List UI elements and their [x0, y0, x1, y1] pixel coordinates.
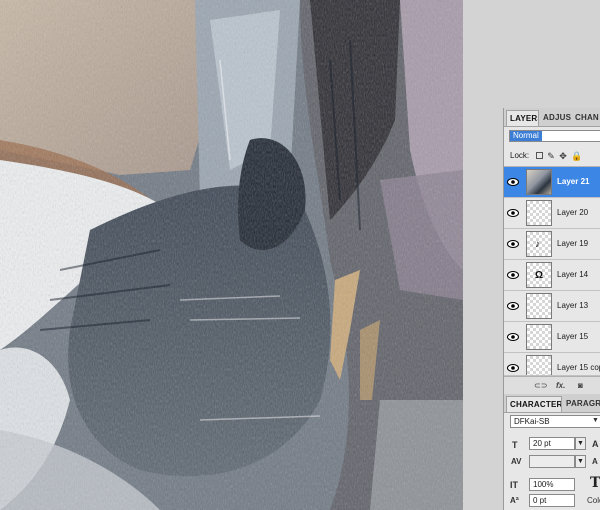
layer-row-layer-15-copy[interactable]: Layer 15 cop — [504, 353, 600, 376]
visibility-eye-icon[interactable] — [507, 178, 519, 186]
workspace-gutter — [463, 0, 503, 510]
layer-row-layer-14[interactable]: Ω Layer 14 — [504, 260, 600, 291]
document-canvas[interactable] — [0, 0, 463, 510]
tracking-field[interactable] — [529, 455, 575, 468]
kerning-icon: A — [592, 457, 598, 466]
visibility-eye-icon[interactable] — [507, 209, 519, 217]
character-panel-tabs: CHARACTER PARAGRA — [504, 394, 600, 413]
layers-panel: LAYERS ADJUS CHAN Normal Lock: ✎ ✥ 🔒 Lay… — [503, 108, 600, 395]
layers-panel-footer: ⊂⊃ fx. ◙ — [504, 376, 600, 395]
lock-all-icon[interactable]: 🔒 — [571, 152, 582, 161]
font-family-value: DFKai-SB — [514, 417, 550, 426]
tracking-dropdown[interactable]: ▼ — [575, 455, 586, 468]
chevron-down-icon[interactable]: ▼ — [592, 417, 599, 424]
blend-mode-select[interactable]: Normal — [509, 130, 600, 142]
layer-name: Layer 15 — [557, 332, 589, 341]
layer-name: Layer 14 — [557, 270, 589, 279]
layer-row-layer-19[interactable]: ♪ Layer 19 — [504, 229, 600, 260]
layer-thumbnail — [526, 169, 552, 195]
link-icon[interactable]: ⊂⊃ — [534, 381, 547, 390]
visibility-eye-icon[interactable] — [507, 240, 519, 248]
vertical-scale-icon: IT — [510, 480, 518, 490]
font-size-value: 20 pt — [533, 439, 551, 448]
blend-mode-value: Normal — [510, 131, 542, 141]
tab-paragraph[interactable]: PARAGRA — [563, 396, 600, 412]
layers-panel-tabs: LAYERS ADJUS CHAN — [504, 108, 600, 127]
layer-thumbnail — [526, 200, 552, 226]
layer-thumbnail — [526, 355, 552, 375]
font-size-dropdown[interactable]: ▼ — [575, 437, 586, 450]
baseline-shift-icon: Aª — [510, 496, 519, 505]
layer-row-layer-20[interactable]: Layer 20 — [504, 198, 600, 229]
layer-name: Layer 21 — [557, 177, 590, 186]
tracking-icon: AV — [511, 457, 522, 466]
visibility-eye-icon[interactable] — [507, 271, 519, 279]
tab-channels[interactable]: CHAN — [572, 110, 600, 126]
baseline-shift-field[interactable]: 0 pt — [529, 494, 575, 507]
font-family-select[interactable]: DFKai-SB — [510, 415, 600, 428]
mask-icon[interactable]: ◙ — [578, 381, 583, 390]
visibility-eye-icon[interactable] — [507, 364, 519, 372]
font-size-field[interactable]: 20 pt — [529, 437, 575, 450]
lock-position-icon[interactable]: ✥ — [559, 152, 567, 161]
layer-thumbnail: ♪ — [526, 231, 552, 257]
lock-label: Lock: — [510, 151, 530, 160]
brush-mark-icon: Ω — [535, 270, 544, 281]
visibility-eye-icon[interactable] — [507, 302, 519, 310]
color-label[interactable]: Colo — [587, 496, 600, 505]
horizontal-scale-icon: T — [590, 475, 600, 491]
tab-character[interactable]: CHARACTER — [506, 396, 562, 412]
abstract-painting-image — [0, 0, 463, 510]
tab-layers[interactable]: LAYERS — [506, 110, 539, 126]
lock-pixels-icon[interactable]: ✎ — [547, 152, 555, 161]
font-size-icon: T — [512, 440, 518, 450]
layer-name: Layer 19 — [557, 239, 589, 248]
brush-mark-icon: ♪ — [535, 239, 540, 250]
character-panel: CHARACTER PARAGRA DFKai-SB ▼ T 20 pt ▼ A… — [503, 394, 600, 510]
layer-name: Layer 15 cop — [557, 363, 600, 372]
layer-thumbnail: Ω — [526, 262, 552, 288]
visibility-eye-icon[interactable] — [507, 333, 519, 341]
leading-icon: A — [592, 439, 599, 449]
baseline-shift-value: 0 pt — [533, 496, 547, 505]
layer-row-layer-13[interactable]: Layer 13 — [504, 291, 600, 322]
tab-adjustments[interactable]: ADJUS — [540, 110, 571, 126]
layer-thumbnail — [526, 293, 552, 319]
vertical-scale-value: 100% — [533, 480, 554, 489]
lock-transparency-icon[interactable] — [536, 152, 543, 159]
layer-name: Layer 20 — [557, 208, 589, 217]
fx-icon[interactable]: fx. — [556, 381, 565, 390]
lock-row: Lock: ✎ ✥ 🔒 — [504, 148, 600, 167]
vertical-scale-field[interactable]: 100% — [529, 478, 575, 491]
layer-row-layer-21[interactable]: Layer 21 — [504, 167, 600, 198]
layer-thumbnail — [526, 324, 552, 350]
layer-name: Layer 13 — [557, 301, 589, 310]
layer-row-layer-15[interactable]: Layer 15 — [504, 322, 600, 353]
